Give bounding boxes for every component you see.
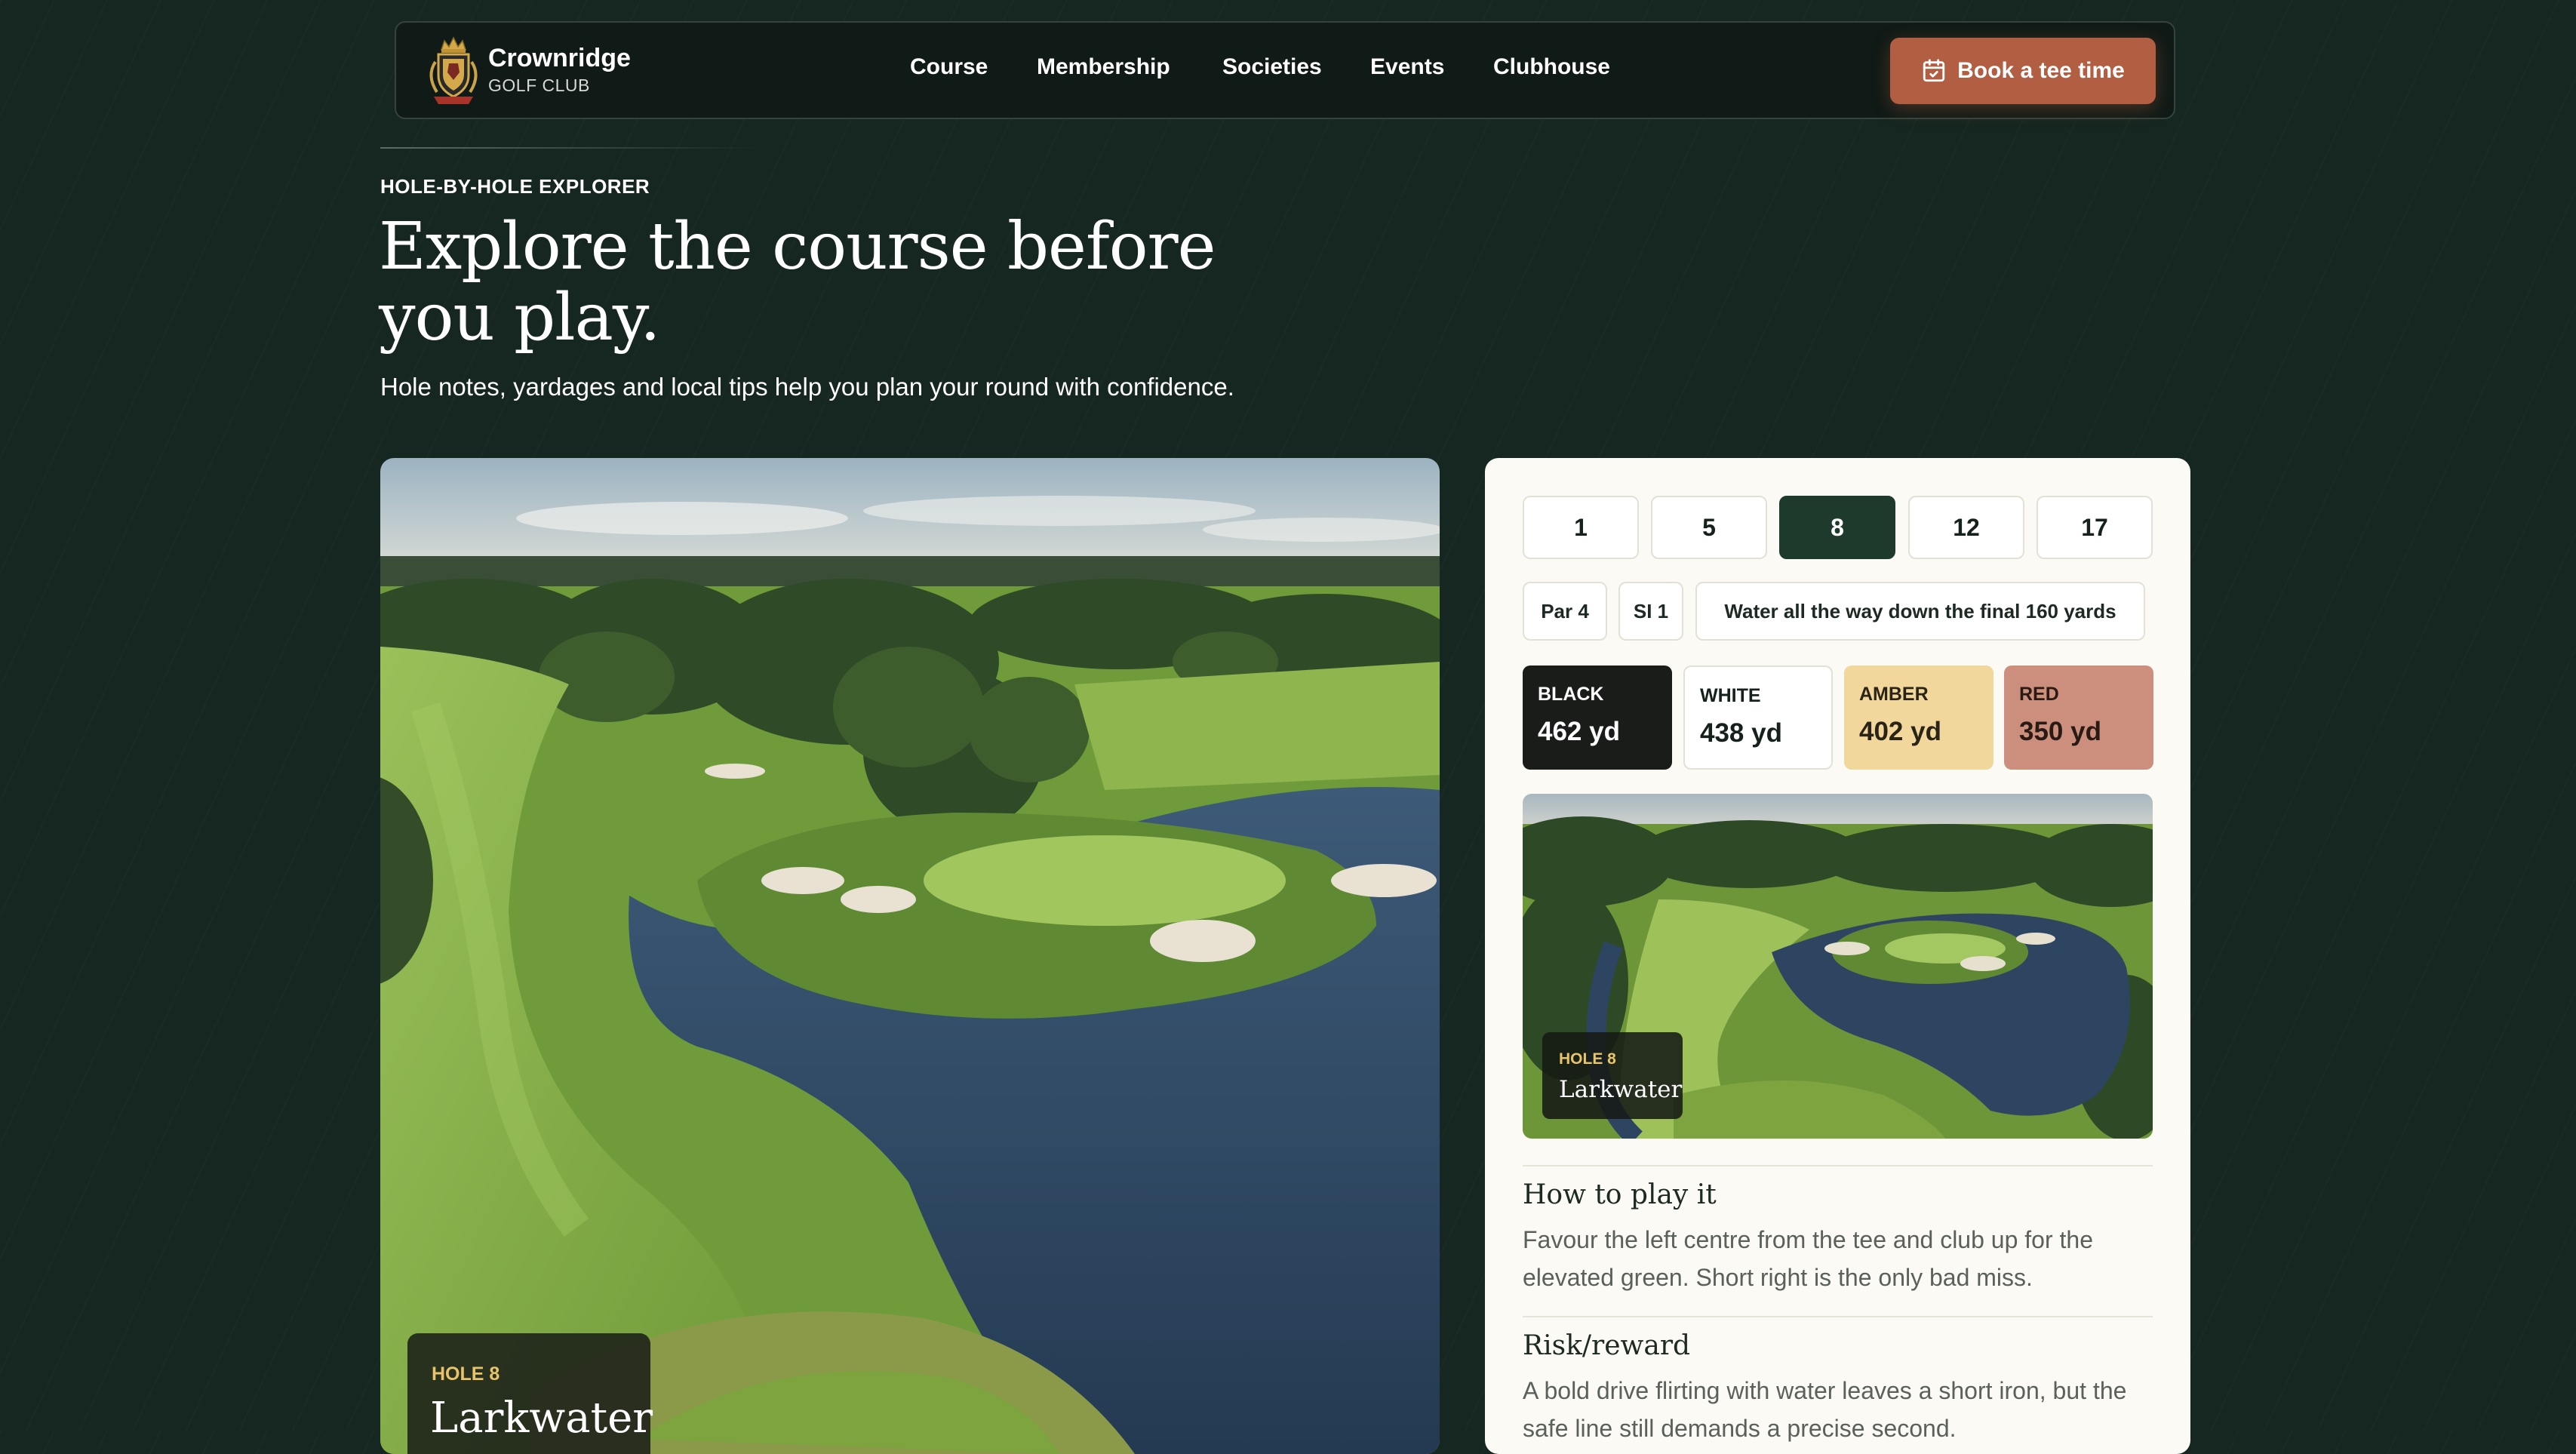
eyebrow: HOLE-BY-HOLE EXPLORER xyxy=(380,175,650,198)
hole-button-17[interactable]: 17 xyxy=(2037,496,2153,559)
risk-reward-title: Risk/reward xyxy=(1523,1330,1691,1361)
tee-yardage: 438 yd xyxy=(1700,718,1782,748)
hole-number-label: HOLE 8 xyxy=(432,1363,500,1385)
hole-button-1[interactable]: 1 xyxy=(1523,496,1639,559)
hole-thumbnail: HOLE 8 Larkwater xyxy=(1523,794,2153,1139)
page-subtitle: Hole notes, yardages and local tips help… xyxy=(380,373,1234,401)
stroke-index-chip: SI 1 xyxy=(1618,582,1683,641)
tee-black[interactable]: BLACK 462 yd xyxy=(1523,666,1672,770)
nav-societies[interactable]: Societies xyxy=(1222,54,1322,80)
hole-button-8-selected[interactable]: 8 xyxy=(1779,496,1895,559)
brand-subtitle: GOLF CLUB xyxy=(488,75,590,95)
hole-name: Larkwater xyxy=(430,1394,653,1443)
tee-yardage: 350 yd xyxy=(2019,717,2101,746)
book-tee-time-label: Book a tee time xyxy=(1957,58,2125,83)
hole-card: HOLE 8 Larkwater xyxy=(407,1333,653,1454)
nav-clubhouse[interactable]: Clubhouse xyxy=(1493,54,1610,80)
tee-name: WHITE xyxy=(1700,685,1761,706)
tee-name: RED xyxy=(2019,684,2059,705)
tee-white[interactable]: WHITE 438 yd xyxy=(1683,666,1833,770)
book-tee-time-button[interactable]: Book a tee time xyxy=(1890,38,2156,104)
tee-yardage: 462 yd xyxy=(1538,717,1620,746)
page-title: Explore the course before you play. xyxy=(379,209,1216,355)
calendar-icon xyxy=(1923,59,1945,82)
nav-events[interactable]: Events xyxy=(1370,54,1444,80)
tee-name: AMBER xyxy=(1859,684,1929,705)
eyebrow-divider xyxy=(380,147,765,149)
hole-button-12[interactable]: 12 xyxy=(1908,496,2024,559)
brand-name: Crownridge xyxy=(488,44,631,72)
tee-amber[interactable]: AMBER 402 yd xyxy=(1844,666,1993,770)
tee-yardage: 402 yd xyxy=(1859,717,1941,746)
tee-red[interactable]: RED 350 yd xyxy=(2004,666,2153,770)
thumbnail-hole-card: HOLE 8 Larkwater xyxy=(1542,1032,1683,1119)
hole-photo: HOLE 8 Larkwater xyxy=(380,458,1440,1454)
how-to-play-title: How to play it xyxy=(1523,1179,1717,1210)
hazard-note-chip: Water all the way down the final 160 yar… xyxy=(1695,582,2145,641)
hole-detail-panel: 1 5 8 12 17 Par 4 SI 1 Water all the way… xyxy=(1485,458,2190,1454)
section-divider xyxy=(1523,1165,2153,1167)
risk-reward-text: A bold drive flirting with water leaves … xyxy=(1523,1377,2127,1442)
tee-name: BLACK xyxy=(1538,684,1604,705)
crest-logo-icon[interactable] xyxy=(416,33,491,109)
par-chip: Par 4 xyxy=(1523,582,1607,641)
nav-membership[interactable]: Membership xyxy=(1037,54,1170,80)
hole-button-5[interactable]: 5 xyxy=(1651,496,1767,559)
thumbnail-hole-name: Larkwater xyxy=(1559,1076,1683,1103)
nav-course[interactable]: Course xyxy=(910,54,988,80)
section-divider xyxy=(1523,1316,2153,1317)
thumbnail-hole-label: HOLE 8 xyxy=(1559,1050,1616,1068)
how-to-play-text: Favour the left centre from the tee and … xyxy=(1523,1226,2093,1291)
top-nav: Crownridge GOLF CLUB Course Membership S… xyxy=(395,21,2175,119)
